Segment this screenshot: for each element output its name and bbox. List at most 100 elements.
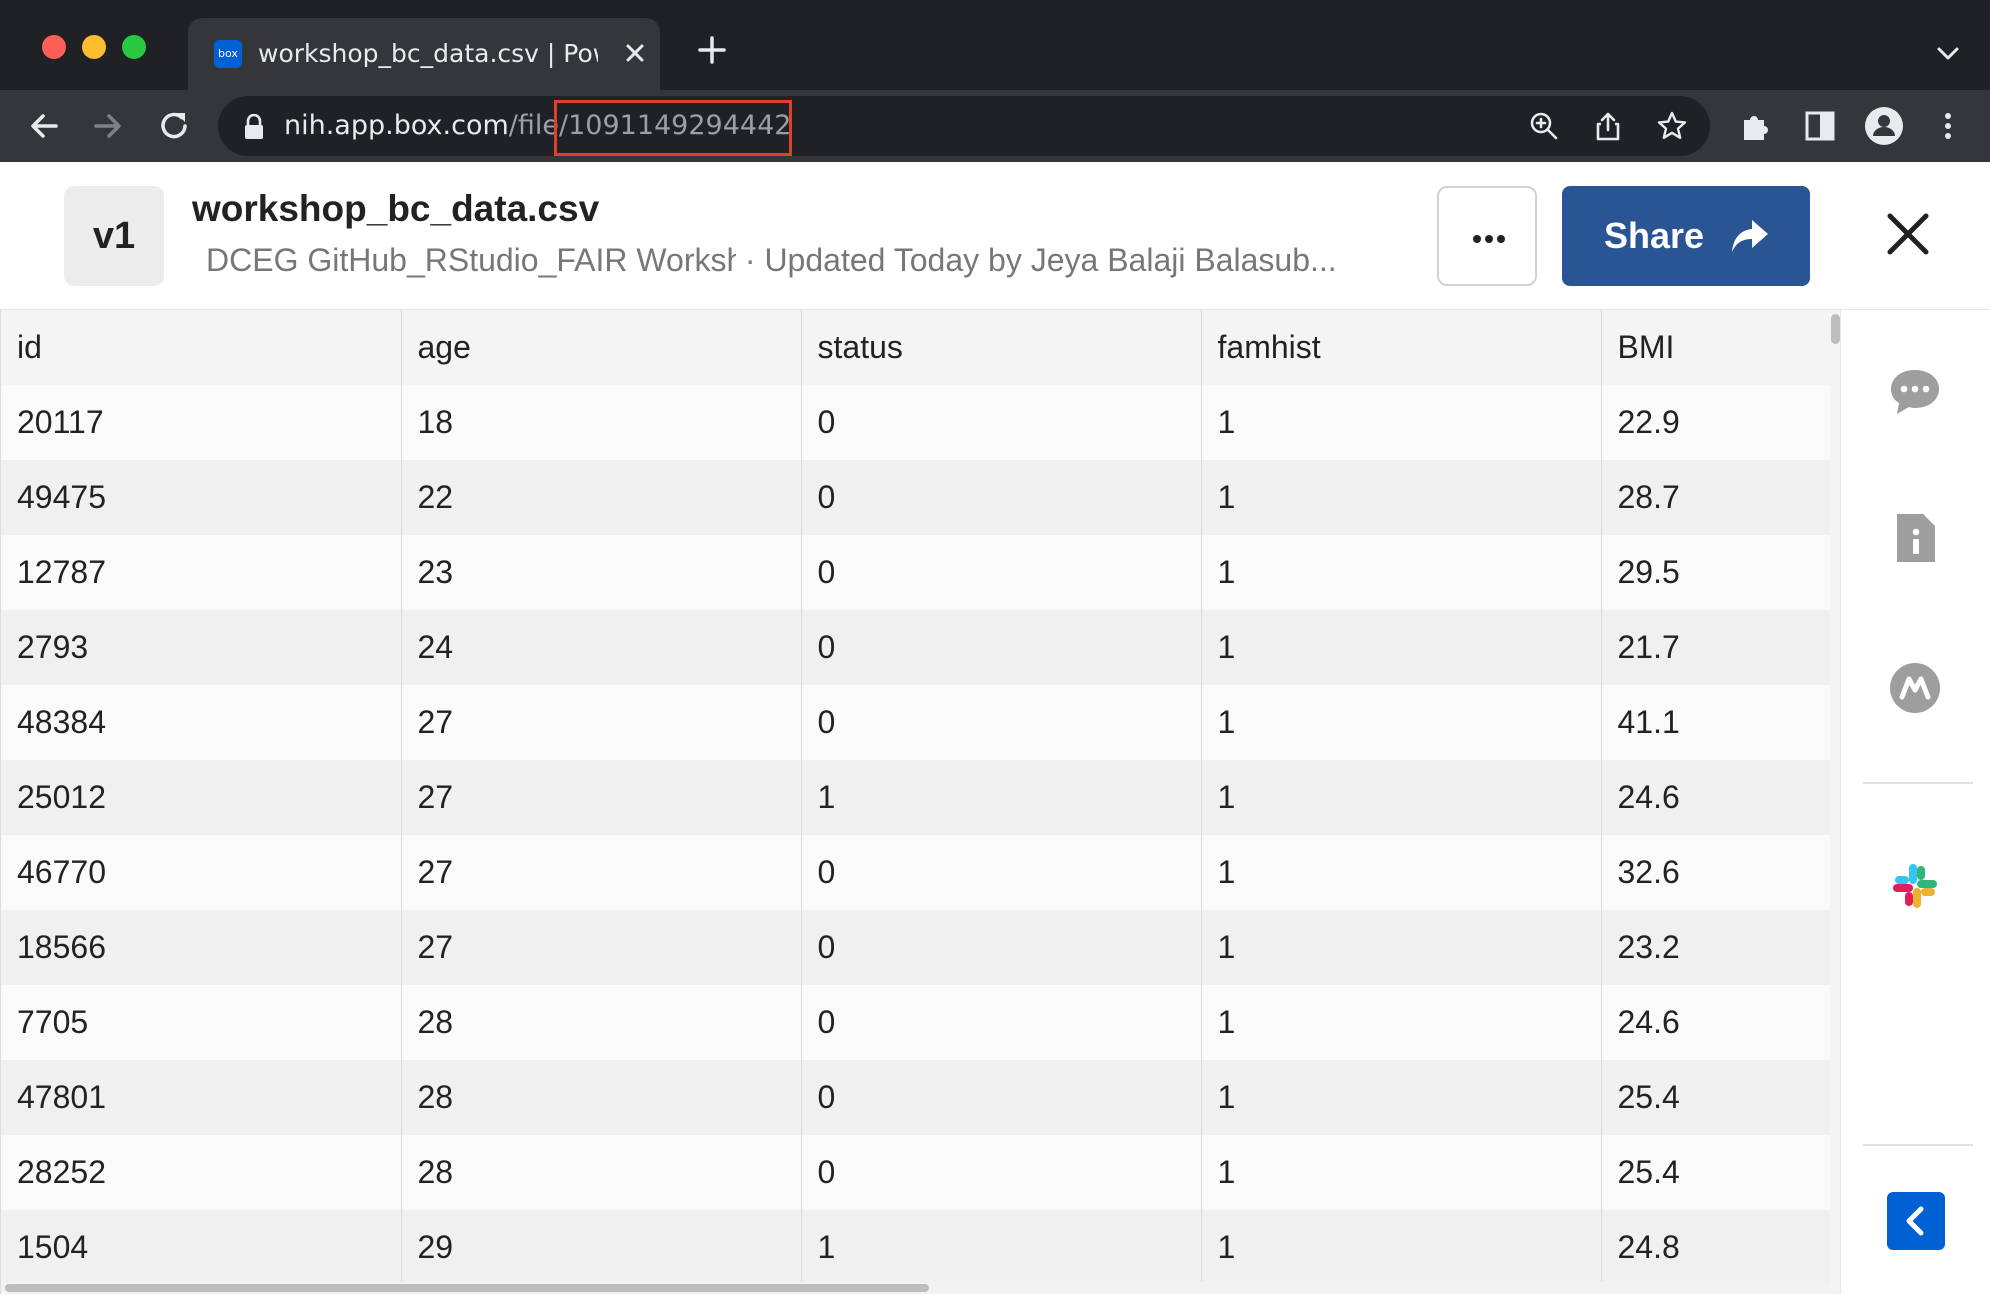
table-cell[interactable]: 25.4 — [1601, 1060, 1831, 1135]
table-row: 48384 27 0 1 41.1 — [1, 685, 1831, 760]
table-cell[interactable]: 27 — [401, 685, 802, 760]
comment-icon[interactable] — [1887, 364, 1943, 420]
table-cell[interactable]: 1 — [1201, 985, 1602, 1060]
table-cell[interactable]: 7705 — [1, 985, 402, 1060]
table-cell[interactable]: 21.7 — [1601, 610, 1831, 685]
table-cell[interactable]: 27 — [401, 835, 802, 910]
bookmark-star-icon[interactable] — [1656, 110, 1688, 142]
horizontal-scrollbar[interactable] — [1, 1282, 1830, 1294]
column-header[interactable]: id — [1, 310, 402, 385]
table-cell[interactable]: 20117 — [1, 385, 402, 460]
table-cell[interactable]: 0 — [801, 535, 1202, 610]
more-options-button[interactable] — [1437, 186, 1537, 286]
table-cell[interactable]: 1 — [1201, 760, 1602, 835]
table-cell[interactable]: 0 — [801, 385, 1202, 460]
table-cell[interactable]: 0 — [801, 610, 1202, 685]
window-minimize-button[interactable] — [82, 35, 106, 59]
table-cell[interactable]: 1 — [1201, 385, 1602, 460]
table-cell[interactable]: 0 — [801, 1060, 1202, 1135]
chrome-menu-kebab-icon[interactable] — [1930, 108, 1966, 144]
horizontal-scrollbar-thumb[interactable] — [5, 1284, 929, 1292]
table-cell[interactable]: 46770 — [1, 835, 402, 910]
column-header[interactable]: status — [801, 310, 1202, 385]
table-cell[interactable]: 0 — [801, 985, 1202, 1060]
table-cell[interactable]: 0 — [801, 835, 1202, 910]
table-cell[interactable]: 23.2 — [1601, 910, 1831, 985]
close-preview-icon[interactable] — [1880, 206, 1936, 262]
table-cell[interactable]: 28.7 — [1601, 460, 1831, 535]
table-cell[interactable]: 0 — [801, 1135, 1202, 1210]
table-cell[interactable]: 29.5 — [1601, 535, 1831, 610]
profile-avatar-icon[interactable] — [1864, 106, 1904, 146]
table-cell[interactable]: 1 — [1201, 685, 1602, 760]
table-cell[interactable]: 1504 — [1, 1210, 402, 1285]
table-cell[interactable]: 1 — [1201, 610, 1602, 685]
file-info-icon[interactable] — [1887, 510, 1943, 566]
table-cell[interactable]: 24.6 — [1601, 760, 1831, 835]
table-cell[interactable]: 1 — [1201, 1060, 1602, 1135]
table-cell[interactable]: 1 — [1201, 910, 1602, 985]
browser-tab[interactable]: box workshop_bc_data.csv | Powered by Bo… — [188, 18, 660, 90]
table-cell[interactable]: 48384 — [1, 685, 402, 760]
lock-icon[interactable] — [242, 113, 266, 140]
side-panel-icon[interactable] — [1802, 108, 1838, 144]
table-cell[interactable]: 28 — [401, 985, 802, 1060]
share-page-icon[interactable] — [1592, 110, 1624, 142]
new-tab-plus-icon[interactable] — [692, 30, 732, 70]
table-cell[interactable]: 24.6 — [1601, 985, 1831, 1060]
table-cell[interactable]: 32.6 — [1601, 835, 1831, 910]
table-cell[interactable]: 25.4 — [1601, 1135, 1831, 1210]
table-cell[interactable]: 23 — [401, 535, 802, 610]
table-cell[interactable]: 1 — [1201, 535, 1602, 610]
table-cell[interactable]: 1 — [801, 760, 1202, 835]
column-header[interactable]: age — [401, 310, 802, 385]
folder-link[interactable]: DCEG GitHub_RStudio_FAIR Workshop — [206, 242, 736, 279]
table-cell[interactable]: 1 — [1201, 460, 1602, 535]
table-cell[interactable]: 27 — [401, 760, 802, 835]
table-cell[interactable]: 47801 — [1, 1060, 402, 1135]
address-bar[interactable]: nih.app.box.com/file/1091149294442 — [218, 96, 1710, 156]
table-cell[interactable]: 0 — [801, 460, 1202, 535]
table-cell[interactable]: 28 — [401, 1135, 802, 1210]
table-cell[interactable]: 25012 — [1, 760, 402, 835]
table-cell[interactable]: 1 — [801, 1210, 1202, 1285]
table-cell[interactable]: 28 — [401, 1060, 802, 1135]
forward-arrow-icon[interactable] — [86, 104, 130, 148]
vertical-scrollbar[interactable] — [1830, 310, 1840, 1294]
table-cell[interactable]: 22 — [401, 460, 802, 535]
reload-icon[interactable] — [152, 104, 196, 148]
csv-table-viewport[interactable]: id age status famhist BMI 20117 18 0 1 22.9 4… — [0, 310, 1840, 1294]
version-badge[interactable]: v1 — [64, 186, 164, 286]
table-cell[interactable]: 41.1 — [1601, 685, 1831, 760]
table-cell[interactable]: 22.9 — [1601, 385, 1831, 460]
collapse-sidebar-button[interactable] — [1887, 1192, 1945, 1250]
tab-close-icon[interactable] — [618, 36, 652, 70]
column-header[interactable]: BMI — [1601, 310, 1831, 385]
extensions-puzzle-icon[interactable] — [1738, 108, 1774, 144]
table-cell[interactable]: 18 — [401, 385, 802, 460]
tab-search-chevron-down-icon[interactable] — [1930, 36, 1966, 72]
vertical-scrollbar-thumb[interactable] — [1831, 314, 1840, 344]
slack-icon[interactable] — [1887, 858, 1943, 914]
table-cell[interactable]: 24 — [401, 610, 802, 685]
table-cell[interactable]: 1 — [1201, 835, 1602, 910]
table-cell[interactable]: 28252 — [1, 1135, 402, 1210]
table-cell[interactable]: 0 — [801, 685, 1202, 760]
table-cell[interactable]: 1 — [1201, 1135, 1602, 1210]
window-maximize-button[interactable] — [122, 35, 146, 59]
zoom-icon[interactable] — [1528, 110, 1560, 142]
back-arrow-icon[interactable] — [22, 104, 66, 148]
table-cell[interactable]: 12787 — [1, 535, 402, 610]
table-cell[interactable]: 24.8 — [1601, 1210, 1831, 1285]
window-close-button[interactable] — [42, 35, 66, 59]
table-cell[interactable]: 0 — [801, 910, 1202, 985]
share-button[interactable]: Share — [1562, 186, 1810, 286]
metadata-icon[interactable] — [1887, 660, 1943, 716]
column-header[interactable]: famhist — [1201, 310, 1602, 385]
table-cell[interactable]: 1 — [1201, 1210, 1602, 1285]
table-cell[interactable]: 18566 — [1, 910, 402, 985]
table-cell[interactable]: 49475 — [1, 460, 402, 535]
table-cell[interactable]: 29 — [401, 1210, 802, 1285]
table-cell[interactable]: 2793 — [1, 610, 402, 685]
table-cell[interactable]: 27 — [401, 910, 802, 985]
